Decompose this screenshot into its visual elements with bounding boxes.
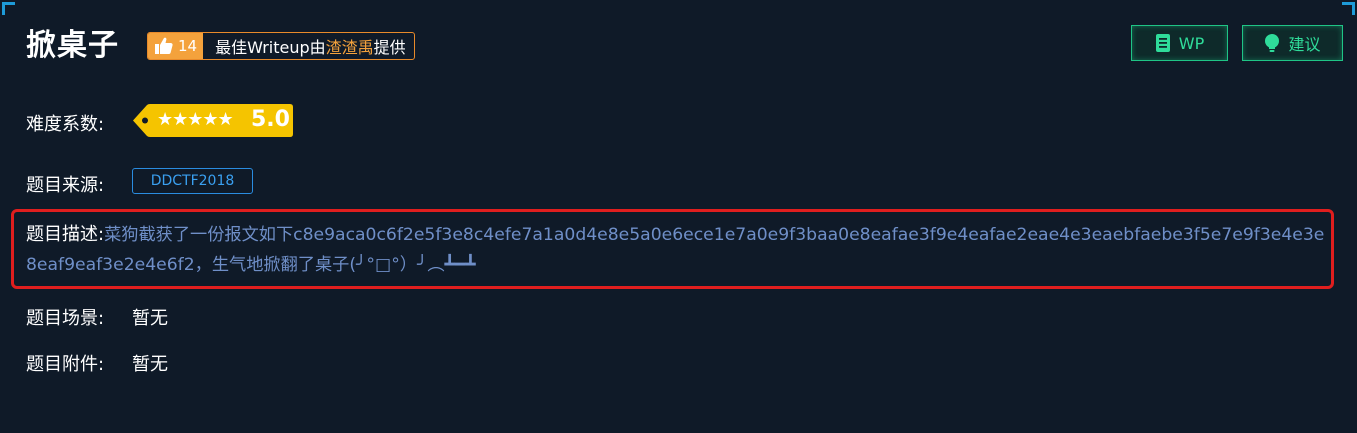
suggest-button-label: 建议 <box>1288 35 1321 54</box>
source-tag[interactable]: DDCTF2018 <box>132 168 253 194</box>
like-count: 14 <box>178 37 198 55</box>
description-label: 题目描述: <box>26 224 105 245</box>
description: 题目描述:菜狗截获了一份报文如下c8e9aca0c6f2e5f3e8c4efe7… <box>26 220 1326 280</box>
challenge-title: 掀桌子 <box>26 28 119 63</box>
difficulty-label: 难度系数: <box>26 114 105 135</box>
challenge-panel: 掀桌子 14 最佳Writeup由渣渣禹提供 WP 建议 难度系数: ★★★★★… <box>0 0 1357 433</box>
best-writeup-author-link[interactable]: 渣渣禹 <box>326 38 374 57</box>
suggest-button[interactable]: 建议 <box>1242 25 1343 61</box>
best-writeup-prefix: 最佳Writeup由 <box>215 38 326 57</box>
scene-value: 暂无 <box>132 308 168 329</box>
difficulty-stars: ★★★★★ <box>157 109 234 130</box>
best-writeup-suffix: 提供 <box>373 38 406 57</box>
difficulty-score: 5.0 <box>251 107 290 132</box>
corner-decoration <box>2 2 15 15</box>
wp-button-label: WP <box>1178 33 1205 53</box>
corner-decoration <box>1342 2 1355 15</box>
lightbulb-icon <box>1264 33 1280 53</box>
description-text: 菜狗截获了一份报文如下c8e9aca0c6f2e5f3e8c4efe7a1a0d… <box>26 225 1325 275</box>
best-writeup-text: 最佳Writeup由渣渣禹提供 <box>203 34 414 58</box>
source-label: 题目来源: <box>26 175 105 196</box>
attachment-label: 题目附件: <box>26 354 105 375</box>
scene-label: 题目场景: <box>26 308 105 329</box>
attachment-value: 暂无 <box>132 354 168 375</box>
like-badge[interactable]: 14 最佳Writeup由渣渣禹提供 <box>147 32 415 60</box>
difficulty-tag: ★★★★★ 5.0 <box>133 103 294 138</box>
like-count-box[interactable]: 14 <box>148 33 204 59</box>
thumbs-up-icon <box>154 37 174 55</box>
wp-button[interactable]: WP <box>1131 25 1228 61</box>
document-icon <box>1155 33 1171 53</box>
